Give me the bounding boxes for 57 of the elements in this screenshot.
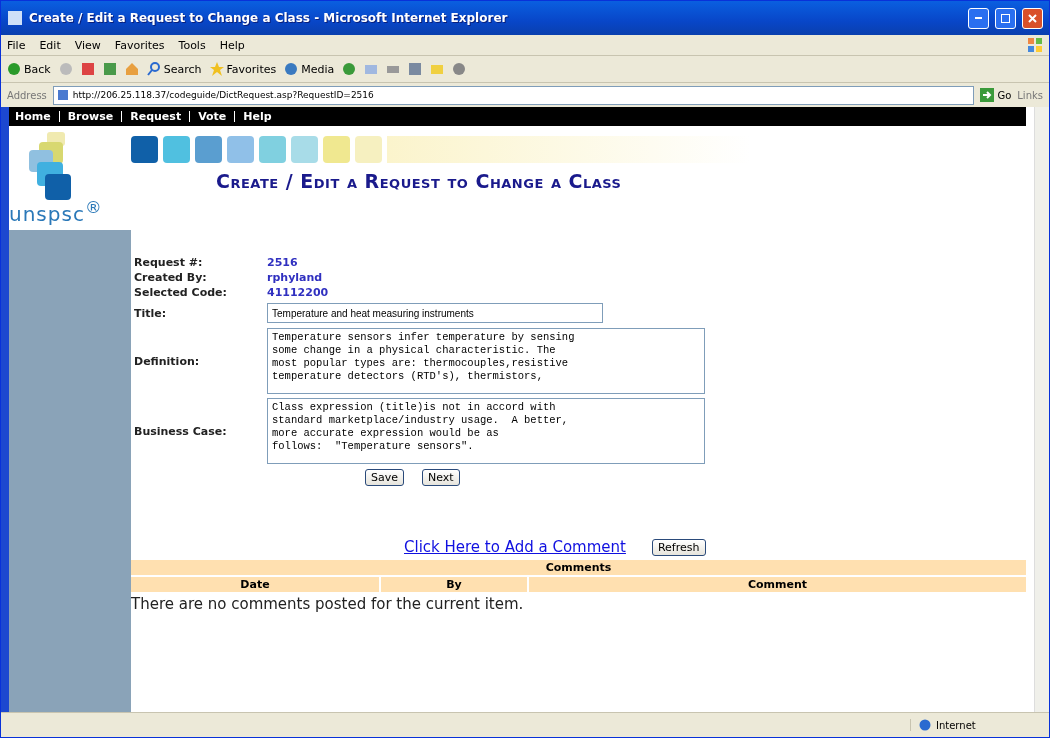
- field-label: Title:: [134, 306, 168, 320]
- field-label: Definition:: [134, 354, 201, 368]
- toolbar-button[interactable]: Back: [7, 62, 51, 76]
- star-icon: [209, 62, 224, 76]
- logo-drawing: [29, 132, 71, 200]
- column-header: By: [381, 577, 527, 592]
- address-label: Address: [7, 89, 47, 101]
- column-header: Date: [131, 577, 379, 592]
- table-title: Comments: [131, 560, 1026, 575]
- field-label: Business Case:: [134, 424, 228, 438]
- minimize-button[interactable]: [968, 7, 989, 29]
- maximize-icon: [1001, 13, 1010, 23]
- nav-link[interactable]: Vote: [198, 110, 227, 123]
- title-field[interactable]: Temperature and heat measuring instruments: [267, 303, 603, 323]
- nav-link[interactable]: Request: [130, 110, 182, 123]
- toolbar-button[interactable]: Media: [284, 62, 335, 76]
- address-field[interactable]: http://206.25.118.37/codeguide/DictRequest.asp?RequestID=2516: [52, 85, 975, 105]
- add-comment-link[interactable]: Click Here to Add a Comment: [404, 538, 626, 556]
- close-icon: [1028, 13, 1037, 23]
- empty-message: There are no comments posted for the current item.: [131, 595, 525, 613]
- go-button[interactable]: Go: [980, 88, 1012, 102]
- scrollbar[interactable]: [1034, 107, 1049, 712]
- menu-item[interactable]: Tools: [178, 38, 206, 52]
- text-area[interactable]: Temperature sensors infer temperature by sensing some change in a physical characteristic. The most popular types are: thermocouples,resistive temperature detectors (RTD's), thermistors,: [267, 328, 705, 394]
- search-icon: [146, 62, 161, 76]
- nav-link[interactable]: Help: [243, 110, 272, 123]
- field-value: 2516: [267, 256, 299, 269]
- home-icon: [124, 62, 139, 76]
- field-label: Created By:: [134, 271, 208, 284]
- menu-item[interactable]: Favorites: [114, 38, 165, 52]
- column-header: Comment: [529, 577, 1026, 592]
- form-button[interactable]: Save: [365, 469, 404, 486]
- field-label: Selected Code:: [134, 286, 228, 299]
- minimize-icon: [975, 17, 982, 19]
- maximize-button[interactable]: [995, 7, 1016, 29]
- text-area[interactable]: Class expression (title)is not in accord with standard marketplace/industry usage. A better, more accurate expression would be as follows: "Temperature sensors".: [267, 398, 705, 464]
- window-title: Create / Edit a Request to Change a Class - Microsoft Internet Explorer: [29, 11, 509, 25]
- menu-item[interactable]: File: [7, 38, 26, 52]
- logo-text: unspsc$^{®}$: [9, 198, 103, 226]
- menu-item[interactable]: Edit: [39, 38, 61, 52]
- toolbar-button[interactable]: Favorites: [209, 62, 277, 76]
- close-button[interactable]: [1022, 7, 1043, 29]
- form-button[interactable]: Next: [422, 469, 460, 486]
- toolbar-button[interactable]: [124, 62, 139, 76]
- windows-logo-icon: [1027, 37, 1043, 53]
- zone-label: Internet: [936, 719, 976, 731]
- menu-item[interactable]: Help: [219, 38, 245, 52]
- refresh-button[interactable]: Refresh: [651, 538, 706, 556]
- menu-item[interactable]: View: [74, 38, 101, 52]
- field-label: Request #:: [134, 256, 204, 269]
- page-title: Create / Edit a Request to Change a Class: [216, 170, 623, 192]
- links-label[interactable]: Links: [1017, 89, 1043, 101]
- nav-link[interactable]: Browse: [67, 110, 114, 123]
- nav-link[interactable]: Home: [15, 110, 51, 123]
- field-value: 41112200: [267, 286, 330, 299]
- field-value: rphyland: [267, 271, 324, 284]
- toolbar-button[interactable]: Search: [146, 62, 202, 76]
